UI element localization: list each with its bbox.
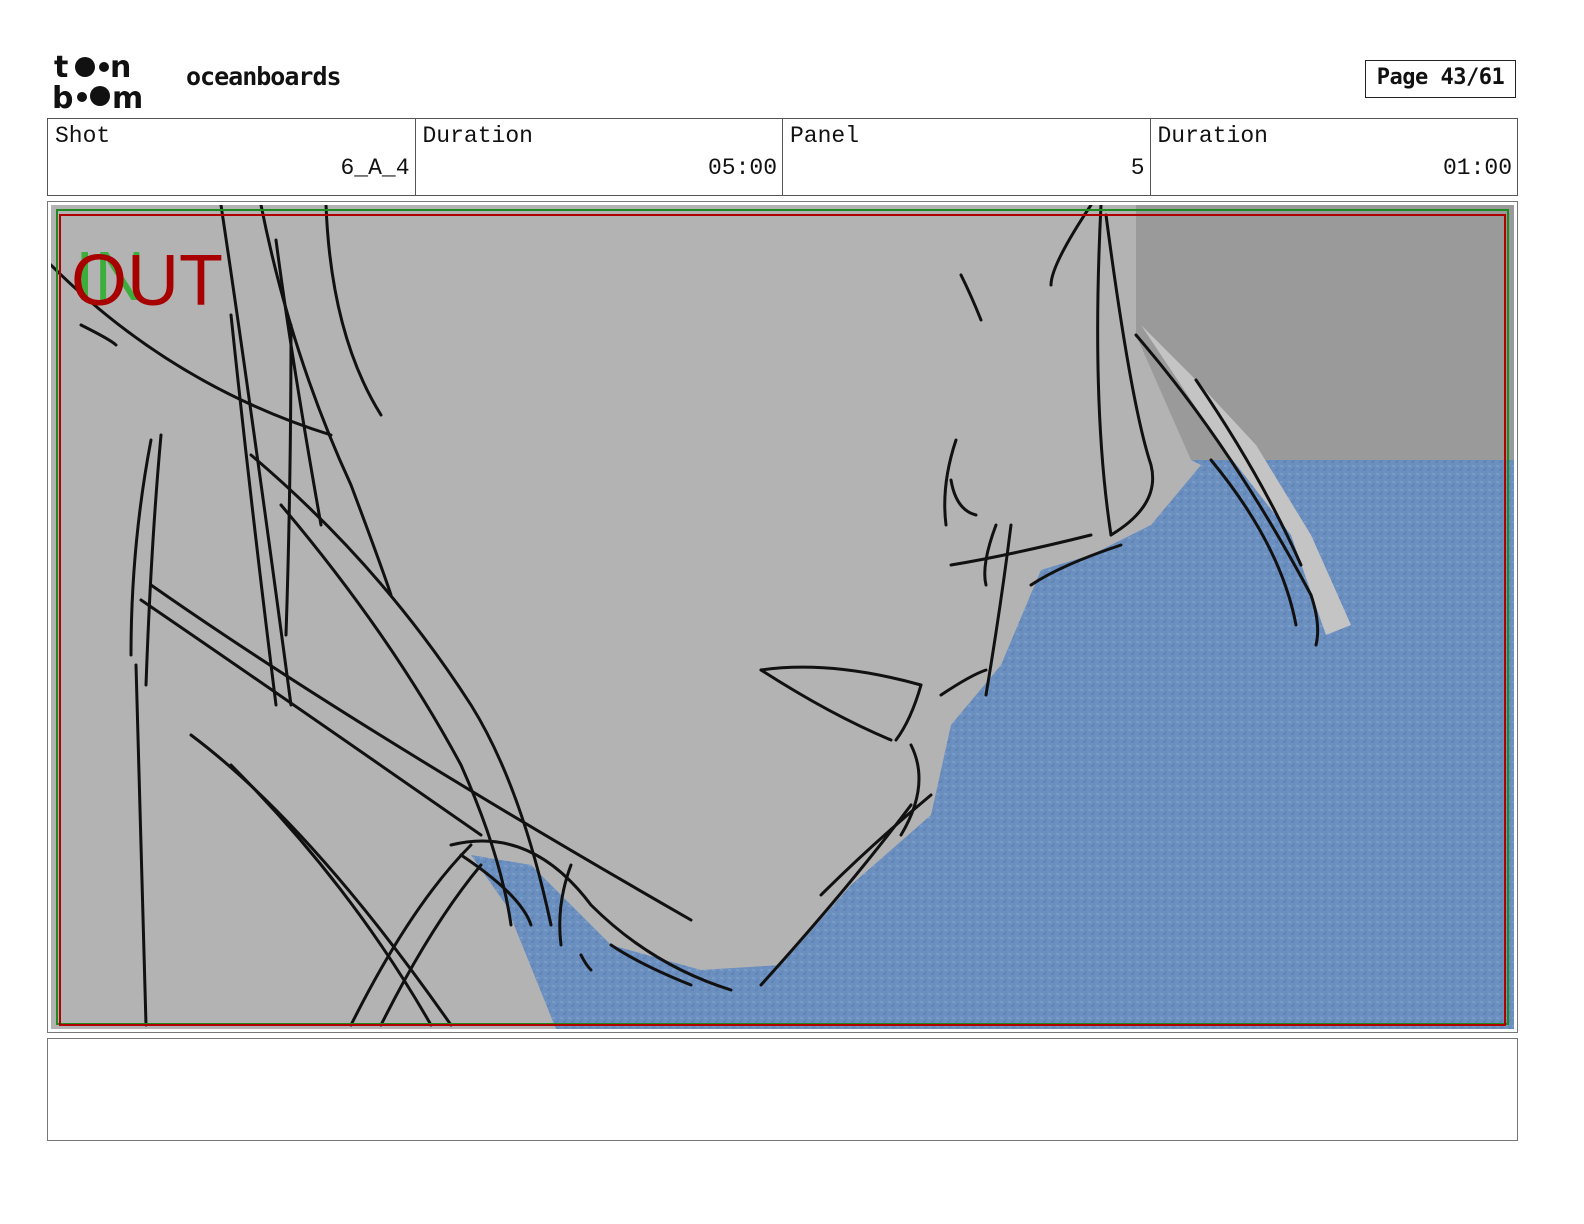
svg-text:n: n (110, 50, 131, 85)
shot-label: Shot (55, 123, 111, 149)
panel-duration-value: 01:00 (1442, 155, 1512, 181)
panel-duration-cell: Duration 01:00 (1151, 119, 1518, 195)
shot-duration-cell: Duration 05:00 (416, 119, 783, 195)
svg-text:m: m (112, 81, 143, 112)
shot-duration-label: Duration (422, 123, 533, 149)
panel-drawing: IN OUT (51, 205, 1514, 1029)
shot-info-table: Shot 6_A_4 Duration 05:00 Panel 5 Durati… (47, 118, 1518, 196)
shot-cell: Shot 6_A_4 (48, 119, 416, 195)
panel-duration-label: Duration (1157, 123, 1268, 149)
panel-label: Panel (790, 123, 860, 149)
storyboard-panel: IN OUT (47, 201, 1518, 1033)
background-dark-gray (1136, 205, 1514, 460)
project-name: oceanboards (186, 62, 342, 91)
out-marker: OUT (71, 241, 223, 321)
shot-value: 6_A_4 (340, 155, 410, 181)
panel-cell: Panel 5 (783, 119, 1151, 195)
toon-boom-logo: t n b m (52, 50, 164, 116)
caption-box (47, 1038, 1518, 1141)
svg-text:t: t (54, 50, 68, 85)
shot-duration-value: 05:00 (707, 155, 777, 181)
svg-text:b: b (52, 81, 73, 112)
page-indicator: Page 43/61 (1365, 60, 1516, 98)
panel-value: 5 (1130, 155, 1145, 181)
